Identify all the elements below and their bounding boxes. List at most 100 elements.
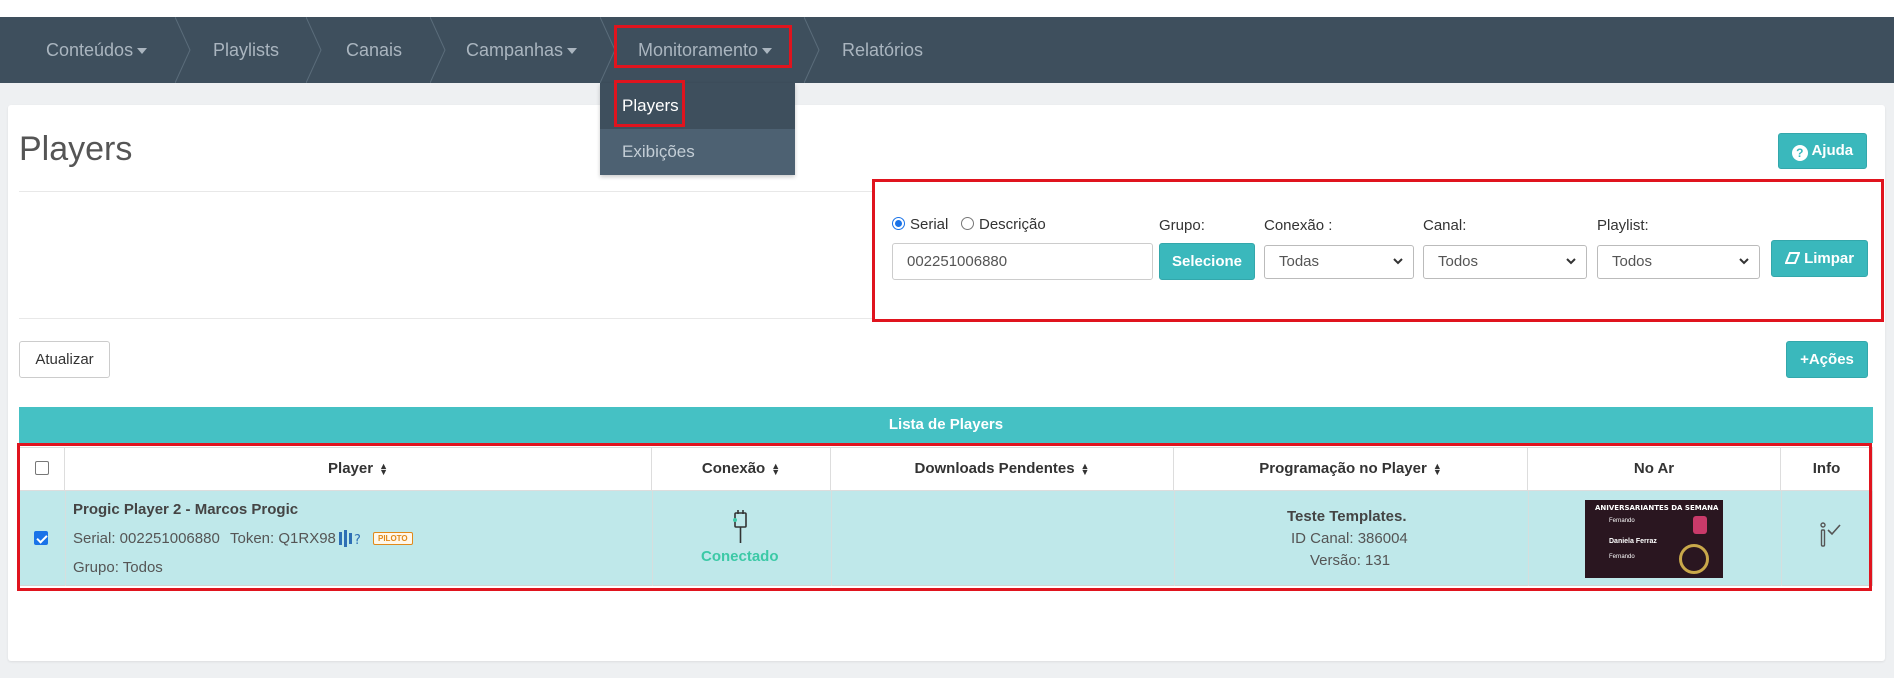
cell-divider	[1174, 491, 1175, 586]
conexao-value: Todas	[1279, 253, 1320, 270]
table-header: Player ▲ ▼ Conexão ▲ ▼ Downloads Pendentes ▲ ▼…	[19, 447, 1873, 491]
device-info-icon: ?	[339, 530, 361, 547]
clear-label: Limpar	[1804, 250, 1855, 267]
radio-serial[interactable]	[892, 217, 905, 230]
plug-icon	[733, 510, 747, 543]
divider	[19, 318, 872, 319]
connection-status: Conectado	[701, 548, 779, 565]
thumb-name: Fernando	[1609, 554, 1635, 560]
header-label: Player	[328, 460, 374, 477]
nav-separator	[804, 17, 820, 83]
cell-divider	[1781, 491, 1782, 586]
playlist-value: Todos	[1612, 253, 1653, 270]
nav-item-relatorios[interactable]: Relatórios	[842, 17, 923, 83]
search-input[interactable]: 002251006880	[892, 243, 1153, 280]
actions-button[interactable]: +Ações	[1786, 341, 1868, 378]
program-version: Versão: 131	[1310, 552, 1391, 569]
cell-divider	[1528, 491, 1529, 586]
header-label: No Ar	[1633, 460, 1675, 477]
nav-label: Conteúdos	[46, 40, 134, 60]
header-conexao[interactable]: Conexão ▲ ▼	[652, 448, 831, 490]
canal-select[interactable]: Todos	[1423, 245, 1587, 279]
nav-item-canais[interactable]: Canais	[346, 17, 402, 83]
header-programacao[interactable]: Programação no Player ▲ ▼	[1174, 448, 1528, 490]
program-canal-id: ID Canal: 386004	[1291, 530, 1408, 547]
nav-separator	[600, 17, 616, 83]
page-title: Players	[19, 130, 133, 168]
info-status-icon[interactable]	[1818, 521, 1842, 551]
sort-icon: ▲ ▼	[1080, 461, 1090, 478]
pilot-badge: PILOTO	[373, 532, 413, 545]
radio-descricao-label: Descrição	[979, 216, 1046, 233]
chevron-down-icon	[1566, 258, 1576, 265]
help-label: Ajuda	[1811, 142, 1854, 159]
player-group: Grupo: Todos	[73, 559, 163, 576]
header-select-all	[20, 448, 65, 490]
nav-item-campanhas[interactable]: Campanhas	[466, 17, 578, 83]
nav-separator	[306, 17, 322, 83]
monitoramento-dropdown: Players Exibições	[600, 83, 795, 175]
sort-icon: ▲ ▼	[379, 461, 388, 478]
table-title: Lista de Players	[19, 407, 1873, 443]
grupo-label: Grupo:	[1159, 217, 1205, 234]
player-name: Progic Player 2 - Marcos Progic	[73, 501, 299, 518]
thumb-decoration	[1679, 544, 1709, 574]
player-serial: Serial: 002251006880	[73, 530, 220, 547]
conexao-label: Conexão :	[1264, 217, 1333, 234]
header-label: Programação no Player	[1259, 460, 1427, 477]
divider	[19, 191, 872, 192]
dropdown-item-exibicoes[interactable]: Exibições	[600, 129, 795, 175]
select-all-checkbox[interactable]	[35, 461, 49, 475]
refresh-button[interactable]: Atualizar	[19, 341, 110, 378]
nav-label: Relatórios	[842, 40, 924, 60]
thumb-title: ANIVERSARIANTES DA SEMANA	[1595, 504, 1719, 512]
cell-divider	[65, 491, 66, 586]
nav-label: Canais	[346, 40, 403, 60]
header-label: Downloads Pendentes	[914, 460, 1075, 477]
player-token: Token: Q1RX98	[230, 530, 336, 547]
on-air-thumbnail[interactable]: ANIVERSARIANTES DA SEMANA Fernando Danie…	[1585, 500, 1723, 578]
nav-label: Monitoramento	[638, 40, 759, 60]
nav-separator	[175, 17, 191, 83]
row-checkbox[interactable]	[34, 531, 48, 545]
nav-item-monitoramento[interactable]: Monitoramento	[638, 17, 773, 83]
thumb-name: Fernando	[1609, 518, 1635, 524]
chevron-down-icon	[1393, 258, 1403, 265]
header-label: Conexão	[701, 460, 766, 477]
thumb-name: Daniela Ferraz	[1609, 538, 1657, 545]
header-downloads[interactable]: Downloads Pendentes ▲ ▼	[831, 448, 1174, 490]
radio-serial-label: Serial	[910, 216, 949, 233]
grupo-select-button[interactable]: Selecione	[1159, 243, 1255, 280]
nav-label: Playlists	[213, 40, 280, 60]
eraser-icon	[1784, 252, 1801, 264]
header-no-ar: No Ar	[1528, 448, 1781, 490]
cell-divider	[831, 491, 832, 586]
cell-divider	[652, 491, 653, 586]
playlist-select[interactable]: Todos	[1597, 245, 1760, 279]
playlist-label: Playlist:	[1597, 217, 1649, 234]
help-button[interactable]: ? Ajuda	[1778, 133, 1867, 169]
top-strip	[0, 0, 1894, 17]
dropdown-item-players[interactable]: Players	[600, 83, 795, 129]
canal-label: Canal:	[1423, 217, 1467, 234]
header-label: Info	[1812, 460, 1841, 477]
clear-button[interactable]: Limpar	[1771, 240, 1868, 277]
question-circle-icon: ?	[1791, 145, 1808, 161]
caret-down-icon	[137, 48, 148, 55]
nav-item-playlists[interactable]: Playlists	[213, 17, 279, 83]
thumb-photo	[1693, 516, 1707, 534]
nav-label: Campanhas	[466, 40, 564, 60]
canal-value: Todos	[1438, 253, 1479, 270]
nav-separator	[430, 17, 446, 83]
svg-text:?: ?	[354, 533, 361, 547]
radio-descricao[interactable]	[961, 217, 974, 230]
caret-down-icon	[567, 48, 578, 55]
program-title: Teste Templates.	[1287, 508, 1407, 525]
chevron-down-icon	[1739, 258, 1749, 265]
header-info: Info	[1781, 448, 1872, 490]
caret-down-icon	[762, 48, 773, 55]
conexao-select[interactable]: Todas	[1264, 245, 1414, 279]
header-player[interactable]: Player ▲ ▼	[65, 448, 652, 490]
sort-icon: ▲ ▼	[771, 461, 781, 478]
nav-item-conteudos[interactable]: Conteúdos	[46, 17, 148, 83]
